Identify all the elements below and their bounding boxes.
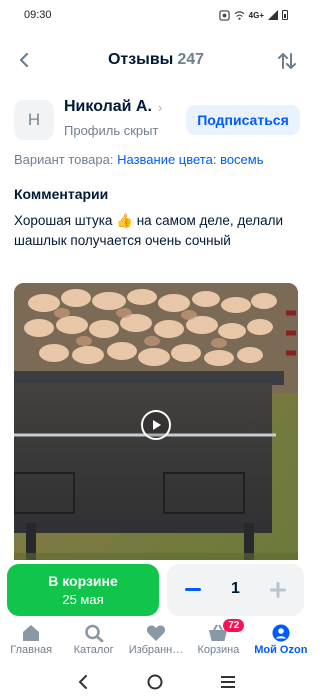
play-icon (153, 420, 161, 430)
network-type: 4G+ (248, 10, 264, 20)
tab-favorites[interactable]: Избранн… (125, 622, 187, 664)
review-video-thumbnail[interactable] (14, 283, 298, 573)
vowifi-icon (234, 10, 245, 20)
chevron-left-icon (19, 52, 29, 68)
home-icon (23, 625, 40, 641)
battery-icon (282, 10, 288, 20)
quantity-stepper: 1 (167, 564, 304, 616)
page-title: Отзывы 247 (108, 51, 204, 69)
status-bar: 09:30 4G+ (0, 0, 312, 30)
tab-cart-label: Корзина (197, 644, 240, 656)
play-button[interactable] (141, 410, 171, 440)
author-name: Николай А. (64, 98, 152, 115)
cart-count-badge: 72 (223, 619, 245, 632)
heart-icon (147, 625, 166, 641)
tab-catalog[interactable]: Каталог (62, 622, 124, 664)
delivery-date: 25 мая (62, 592, 104, 607)
profile-icon (272, 624, 290, 642)
decrease-quantity-button[interactable] (177, 574, 209, 606)
cart-action-bar: В корзине 25 мая 1 (0, 560, 312, 622)
sort-button[interactable] (274, 48, 300, 74)
notification-icon (218, 9, 230, 21)
variant-value[interactable]: Название цвета: восемь (117, 152, 263, 167)
avatar[interactable]: Н (14, 100, 54, 140)
tab-home[interactable]: Главная (0, 622, 62, 664)
in-cart-button[interactable]: В корзине 25 мая (7, 564, 159, 616)
nav-back-icon[interactable] (76, 674, 90, 690)
quantity-value: 1 (231, 580, 240, 597)
signal-icon (268, 10, 278, 20)
tab-my-ozon[interactable]: Мой Ozon (250, 622, 312, 664)
tab-home-label: Главная (10, 644, 53, 656)
variant-label: Вариант товара: (14, 152, 114, 167)
comment-text: Хорошая штука 👍 на самом деле, делали ша… (14, 213, 284, 248)
author-name-link[interactable]: Николай А. › (64, 98, 162, 116)
status-time: 09:30 (24, 9, 52, 21)
header: Отзывы 247 (0, 40, 312, 80)
page-title-text: Отзывы (107, 51, 174, 68)
search-icon (84, 624, 104, 642)
chevron-right-icon: › (157, 99, 163, 115)
back-button[interactable] (12, 48, 36, 72)
subscribe-button[interactable]: Подписаться (186, 105, 300, 135)
sort-arrows-icon (278, 53, 296, 69)
system-nav-bar (0, 664, 312, 699)
in-cart-label: В корзине (48, 573, 118, 589)
increase-quantity-button[interactable] (262, 574, 294, 606)
reviews-count: 247 (177, 51, 205, 68)
tab-favorites-label: Избранн… (128, 644, 184, 656)
status-icons: 4G+ (218, 9, 288, 21)
plus-icon (270, 582, 286, 598)
tab-catalog-label: Каталог (73, 644, 114, 656)
product-variant: Вариант товара: Название цвета: восемь (14, 152, 264, 167)
nav-recents-icon[interactable] (220, 674, 236, 690)
nav-home-icon[interactable] (147, 674, 163, 690)
author-profile-status: Профиль скрыт (64, 123, 159, 138)
review-author-row: Н Николай А. › Профиль скрыт Подписаться (14, 98, 300, 144)
comments-title: Комментарии (14, 186, 109, 202)
tab-cart[interactable]: 72 Корзина (187, 619, 249, 664)
bottom-tab-bar: Главная Каталог Избранн… 72 Корзина Мой … (0, 619, 312, 664)
minus-icon (185, 588, 201, 591)
tab-my-ozon-label: Мой Ozon (254, 644, 308, 656)
